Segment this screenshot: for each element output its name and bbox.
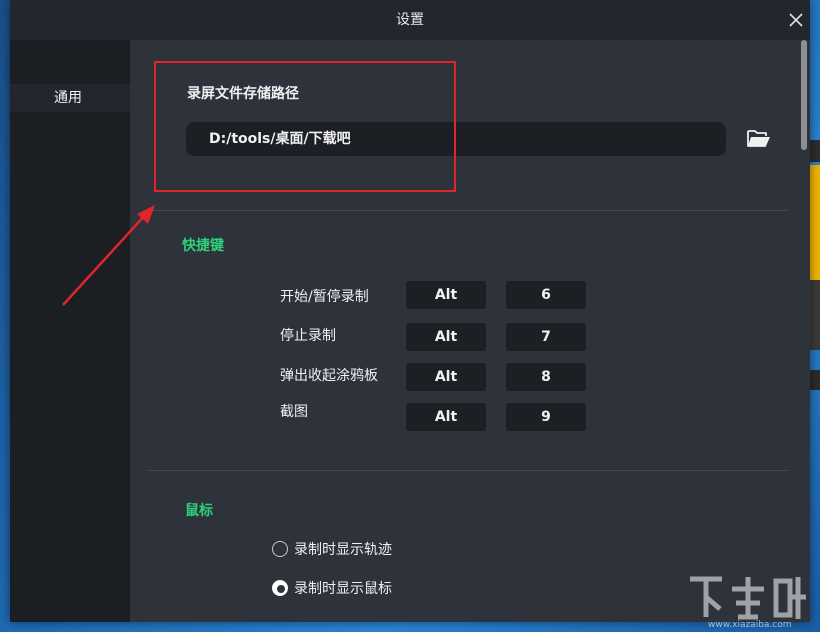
radio-label: 录制时显示鼠标: [294, 581, 392, 597]
hotkey-stop-modifier[interactable]: Alt: [406, 323, 486, 351]
radio-show-trail[interactable]: 录制时显示轨迹: [272, 539, 392, 559]
radio-show-cursor[interactable]: 录制时显示鼠标: [272, 578, 392, 598]
watermark-logo-icon: [690, 576, 806, 620]
radio-button-selected[interactable]: [272, 580, 288, 596]
sidebar: 通用: [10, 40, 130, 622]
mouse-title: 鼠标: [185, 503, 213, 519]
radio-label: 录制时显示轨迹: [294, 542, 392, 558]
hotkey-label-stop: 停止录制: [280, 328, 336, 344]
divider: [148, 210, 788, 211]
window-title: 设置: [396, 12, 424, 28]
folder-open-icon: [747, 130, 770, 147]
hotkey-start-pause-modifier[interactable]: Alt: [406, 281, 486, 309]
close-button[interactable]: [788, 12, 804, 28]
hotkey-screenshot-modifier[interactable]: Alt: [406, 403, 486, 431]
scrollbar-thumb[interactable]: [801, 40, 807, 150]
divider: [148, 470, 788, 471]
hotkey-screenshot-key[interactable]: 9: [506, 403, 586, 431]
title-bar: 设置: [10, 0, 810, 40]
hotkeys-title: 快捷键: [182, 238, 224, 254]
annotation-highlight-box: [154, 61, 456, 192]
hotkey-start-pause-key[interactable]: 6: [506, 281, 586, 309]
sidebar-item-general[interactable]: 通用: [10, 84, 130, 112]
hotkey-stop-key[interactable]: 7: [506, 323, 586, 351]
hotkey-doodle-modifier[interactable]: Alt: [406, 363, 486, 391]
hotkey-doodle-key[interactable]: 8: [506, 363, 586, 391]
hotkey-label-doodle: 弹出收起涂鸦板: [280, 368, 378, 384]
hotkey-label-screenshot: 截图: [280, 404, 308, 420]
browse-folder-button[interactable]: [747, 128, 771, 148]
hotkey-label-start-pause: 开始/暂停录制: [280, 289, 369, 305]
watermark-url: www.xiazaiba.com: [708, 620, 792, 630]
radio-button[interactable]: [272, 541, 288, 557]
close-icon: [789, 13, 803, 27]
